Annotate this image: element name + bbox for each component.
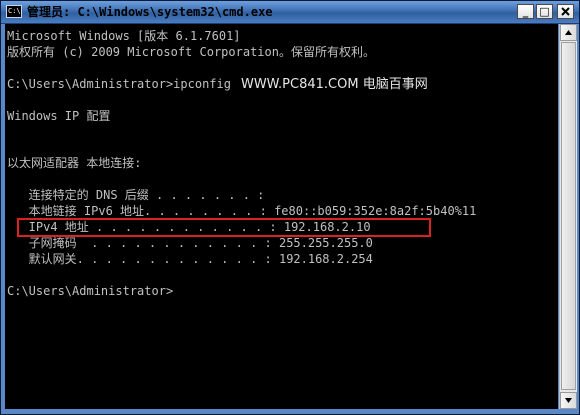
arrow-up-icon — [565, 30, 572, 35]
ipv6-line: 本地链接 IPv6 地址. . . . . . . . : fe80::b059… — [7, 204, 477, 218]
command-line: C:\Users\Administrator>ipconfig WWW.PC841… — [7, 76, 428, 92]
arrow-down-icon — [565, 398, 572, 403]
scrollbar-thumb[interactable] — [561, 42, 576, 390]
subnet-mask-line: 子网掩码 . . . . . . . . . . . . : 255.255.2… — [7, 236, 373, 250]
close-icon — [561, 7, 570, 16]
vertical-scrollbar[interactable] — [559, 24, 577, 409]
watermark-text: WWW.PC841.COM 电脑百事网 — [240, 77, 428, 92]
console-line: Windows IP 配置 — [7, 109, 111, 123]
window-bottom-border — [1, 409, 579, 414]
ipconfig-command: C:\Users\Administrator>ipconfig — [7, 77, 231, 91]
minimize-button[interactable]: _ — [517, 4, 534, 19]
prompt-line: C:\Users\Administrator> — [7, 284, 174, 298]
scroll-down-button[interactable] — [560, 392, 577, 409]
cmd-window: C:\ 管理员: C:\Windows\system32\cmd.exe _ □… — [0, 0, 580, 415]
default-gateway-line: 默认网关. . . . . . . . . . . . . : 192.168.… — [7, 252, 373, 266]
dns-suffix-line: 连接特定的 DNS 后缀 . . . . . . . : — [7, 188, 265, 202]
maximize-button[interactable]: □ — [536, 4, 553, 19]
close-button[interactable] — [557, 4, 574, 19]
title-bar[interactable]: C:\ 管理员: C:\Windows\system32\cmd.exe _ □ — [1, 1, 579, 24]
adapter-heading: 以太网适配器 本地连接: — [7, 156, 142, 170]
console-output[interactable]: Microsoft Windows [版本 6.1.7601] 版权所有 (c)… — [5, 24, 558, 409]
ipv4-highlight-box — [17, 218, 431, 237]
maximize-icon: □ — [539, 5, 550, 18]
minimize-icon: _ — [522, 5, 529, 18]
window-title: 管理员: C:\Windows\system32\cmd.exe — [27, 5, 273, 19]
cmd-icon[interactable]: C:\ — [6, 5, 22, 18]
console-line: 版权所有 (c) 2009 Microsoft Corporation。保留所有… — [7, 45, 375, 59]
scroll-up-button[interactable] — [560, 24, 577, 41]
console-line: Microsoft Windows [版本 6.1.7601] — [7, 29, 241, 43]
